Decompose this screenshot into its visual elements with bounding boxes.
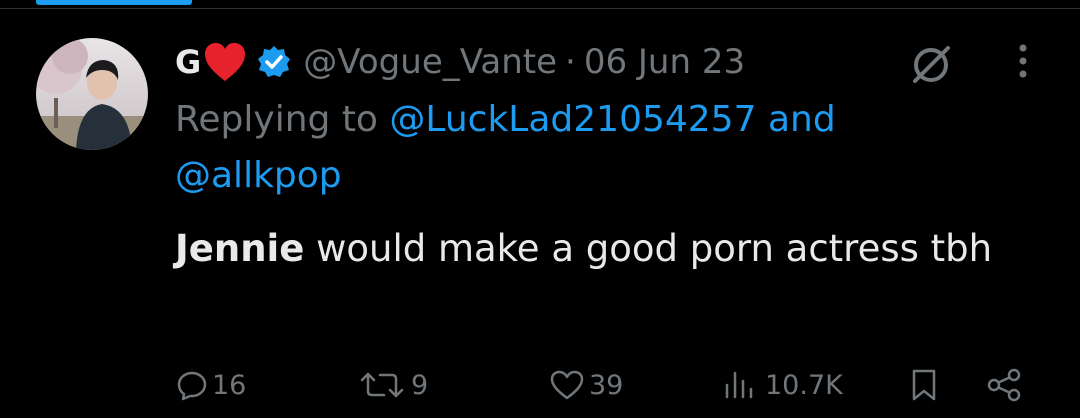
active-tab-indicator (36, 0, 192, 5)
verified-badge-icon[interactable] (257, 45, 291, 79)
reply-icon (177, 371, 207, 401)
bookmark-icon (912, 369, 936, 401)
mention-link[interactable]: @allkpop (175, 155, 342, 196)
tweet-text: Jennie would make a good porn actress tb… (175, 220, 1035, 277)
heart-emoji-icon (203, 41, 247, 83)
bookmark-button[interactable] (908, 355, 940, 415)
like-button[interactable]: 39 (549, 355, 623, 415)
tweet-header: G @Vogue_Vante · 06 Jun 23 (175, 38, 745, 86)
tweet-date[interactable]: 06 Jun 23 (584, 42, 745, 82)
reply-count: 16 (212, 369, 247, 401)
author-name[interactable]: G (175, 43, 201, 81)
views-button[interactable]: 10.7K (721, 355, 843, 415)
header-separator: · (565, 42, 576, 82)
like-icon (550, 370, 584, 400)
views-icon (725, 371, 753, 399)
action-bar: 16 9 39 10.7K (0, 355, 1080, 415)
mention-link[interactable]: @LuckLad21054257 (389, 99, 756, 140)
replying-to: Replying to @LuckLad21054257 and @allkpo… (175, 92, 1035, 204)
like-count: 39 (589, 369, 624, 401)
author-handle[interactable]: @Vogue_Vante (303, 42, 557, 82)
retweet-icon (360, 372, 404, 398)
tweet-text-bold: Jennie (175, 227, 305, 270)
more-icon[interactable] (1011, 40, 1035, 84)
replying-and[interactable]: and (757, 99, 836, 140)
reply-button[interactable]: 16 (176, 355, 246, 415)
tweet-text-rest: would make a good porn actress tbh (304, 227, 993, 270)
share-icon (987, 368, 1021, 402)
retweet-button[interactable]: 9 (357, 355, 428, 415)
retweet-count: 9 (411, 369, 429, 401)
top-divider (0, 0, 1080, 9)
avatar[interactable] (36, 38, 148, 150)
share-button[interactable] (985, 355, 1025, 415)
muted-icon[interactable] (905, 42, 957, 86)
replying-prefix: Replying to (175, 99, 390, 140)
views-count: 10.7K (765, 369, 843, 401)
